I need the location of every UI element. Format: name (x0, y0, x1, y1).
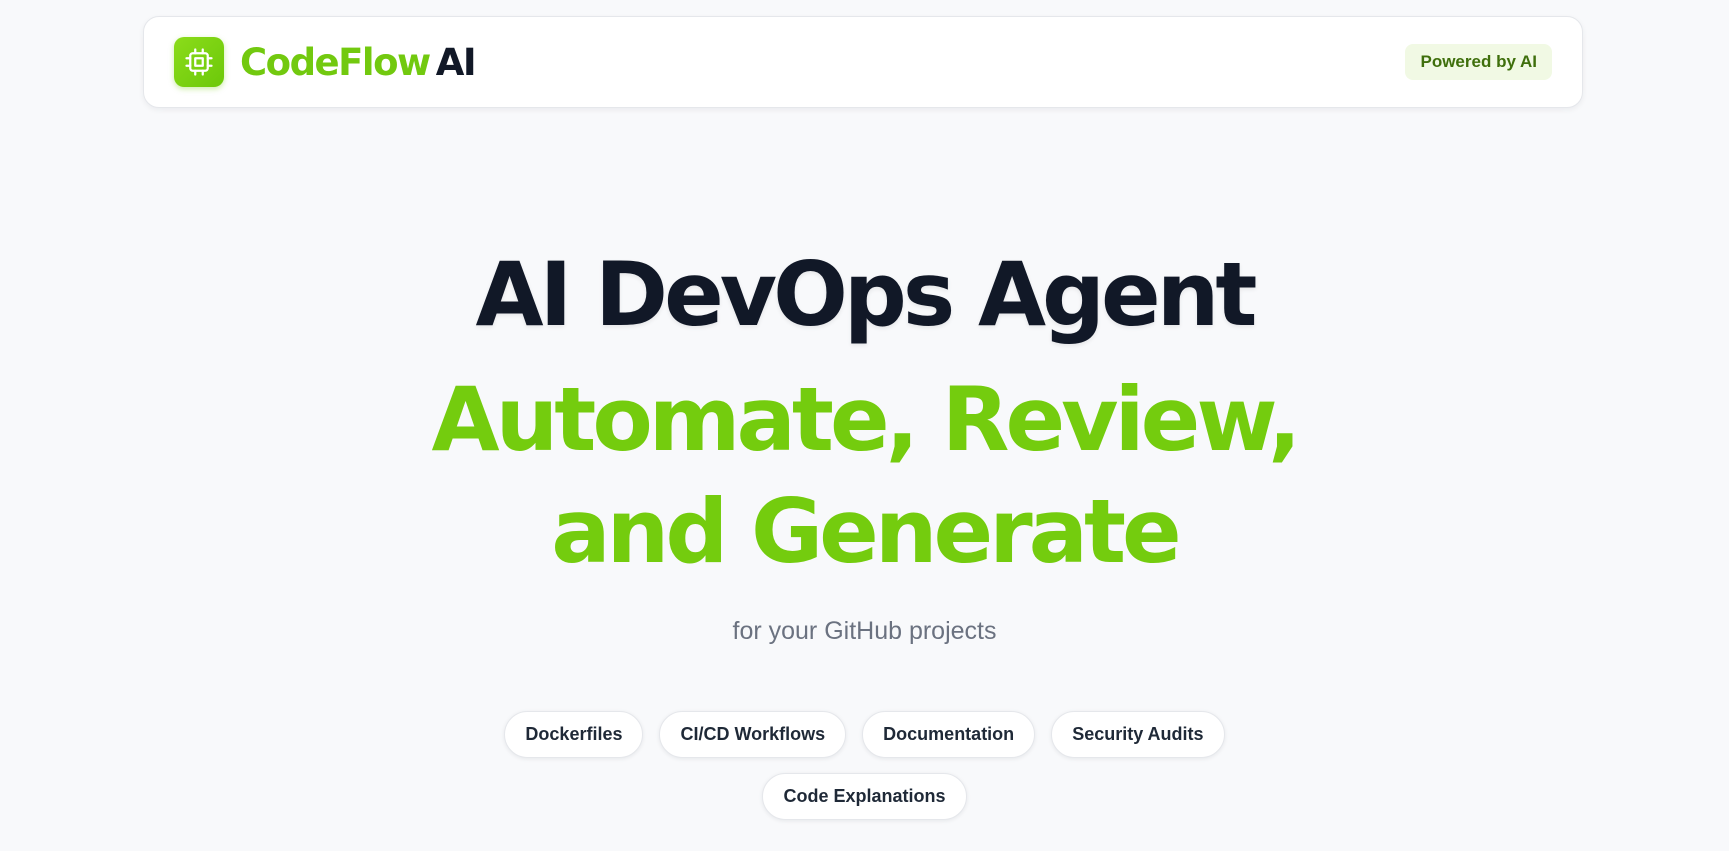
feature-chip-security-audits[interactable]: Security Audits (1051, 711, 1225, 758)
page: CodeFlow AI Powered by AI AI DevOps Agent… (0, 0, 1729, 851)
brand-name-secondary: AI (435, 40, 477, 84)
hero-section: AI DevOps Agent Automate, Review, and Ge… (0, 240, 1729, 648)
cpu-chip-icon (174, 37, 224, 87)
hero-title: AI DevOps Agent (475, 243, 1258, 346)
feature-chip-cicd-workflows[interactable]: CI/CD Workflows (659, 711, 847, 758)
feature-chip-code-explanations[interactable]: Code Explanations (762, 773, 967, 820)
hero-tagline: for your GitHub projects (732, 617, 997, 645)
feature-chips: Dockerfiles CI/CD Workflows Documentatio… (0, 711, 1729, 820)
feature-chip-dockerfiles[interactable]: Dockerfiles (504, 711, 644, 758)
brand[interactable]: CodeFlow AI (174, 37, 477, 87)
brand-name-primary: CodeFlow (240, 40, 431, 84)
brand-name: CodeFlow AI (240, 40, 477, 84)
feature-chip-documentation[interactable]: Documentation (862, 711, 1036, 758)
powered-by-badge: Powered by AI (1405, 44, 1552, 80)
hero-subtitle: Automate, Review, and Generate (431, 368, 1302, 583)
navbar: CodeFlow AI Powered by AI (143, 16, 1583, 108)
